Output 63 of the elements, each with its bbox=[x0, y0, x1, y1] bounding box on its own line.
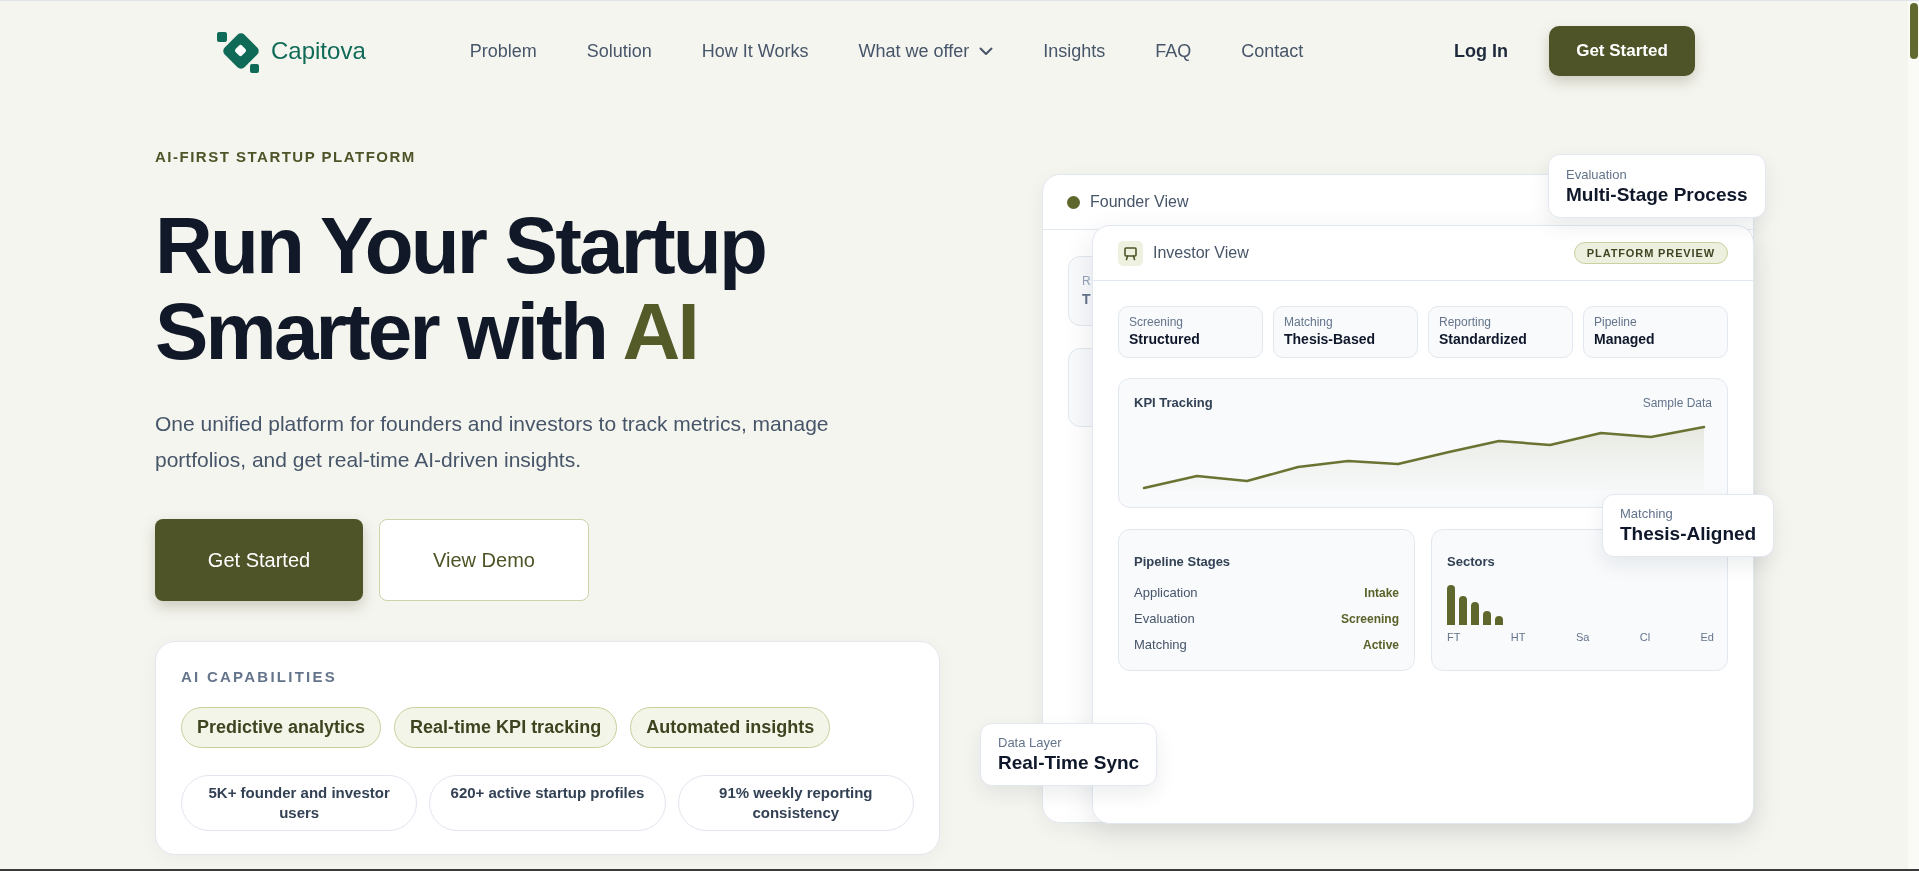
stage-status: Active bbox=[1362, 637, 1399, 654]
card-title: Founder View bbox=[1090, 192, 1189, 212]
get-started-button[interactable]: Get Started bbox=[155, 519, 363, 601]
metric-value: Thesis-Based bbox=[1284, 330, 1376, 349]
nav-dropdown[interactable]: What we offer bbox=[858, 39, 994, 63]
nav-link[interactable]: How It Works bbox=[701, 39, 809, 63]
axis-label: FT bbox=[1447, 630, 1461, 644]
login-link[interactable]: Log In bbox=[1454, 39, 1508, 63]
nav-link[interactable]: FAQ bbox=[1155, 39, 1192, 63]
metric-value: T bbox=[1082, 290, 1091, 309]
axis-label: Sa bbox=[1575, 630, 1590, 644]
panel-title: Pipeline Stages bbox=[1134, 553, 1231, 571]
card-title: Investor View bbox=[1153, 243, 1249, 263]
get-started-button[interactable]: Get Started bbox=[1549, 26, 1695, 76]
stage-label: Application bbox=[1134, 584, 1198, 603]
stage-label: Matching bbox=[1134, 636, 1187, 655]
metric-label: Reporting bbox=[1439, 315, 1492, 329]
info-label: Evaluation bbox=[1566, 165, 1627, 183]
metric-label: Pipeline bbox=[1594, 315, 1637, 329]
sector-bar bbox=[1471, 602, 1479, 625]
eyebrow-text: AI-FIRST STARTUP PLATFORM bbox=[155, 148, 416, 166]
info-label: Matching bbox=[1620, 505, 1673, 522]
info-value: Real-Time Sync bbox=[998, 751, 1140, 775]
axis-label: Ed bbox=[1700, 630, 1714, 644]
stat-item: 5K+ founder and investor users bbox=[181, 775, 418, 831]
metric-label: R bbox=[1082, 273, 1091, 289]
stage-status: Screening bbox=[1340, 611, 1399, 628]
stage-status: Intake bbox=[1364, 585, 1399, 602]
nav-link[interactable]: Solution bbox=[586, 39, 652, 63]
view-demo-button[interactable]: View Demo bbox=[379, 519, 589, 601]
nav-link[interactable]: Insights bbox=[1043, 39, 1106, 63]
sector-bar bbox=[1495, 616, 1503, 625]
stat-item: 620+ active startup profiles bbox=[429, 775, 666, 831]
chart-title: KPI Tracking bbox=[1134, 394, 1213, 412]
sector-bar bbox=[1459, 596, 1467, 625]
metric-value: Standardized bbox=[1439, 330, 1527, 349]
nav-link[interactable]: Problem bbox=[469, 39, 537, 63]
hero-description: One unified platform for founders and investors to track metrics, manage portfolios, and get real-time AI-driven insights. bbox=[155, 411, 830, 473]
presentation-board-icon bbox=[1118, 240, 1143, 266]
metric-label: Matching bbox=[1284, 315, 1333, 329]
info-value: Thesis-Aligned bbox=[1620, 522, 1757, 546]
sector-bar bbox=[1483, 611, 1491, 625]
axis-label: Cl bbox=[1639, 630, 1651, 644]
brand-logo[interactable]: Capitova bbox=[215, 26, 366, 76]
info-value: Multi-Stage Process bbox=[1566, 182, 1748, 207]
metric-value: Structured bbox=[1129, 330, 1200, 349]
hero-headline: Run Your Startup Smarter with AI bbox=[155, 203, 766, 375]
metric-label: Screening bbox=[1129, 315, 1184, 329]
panel-title: Sectors bbox=[1447, 553, 1495, 571]
axis-label: HT bbox=[1510, 630, 1526, 644]
sector-bar bbox=[1447, 585, 1455, 625]
metric-value: Managed bbox=[1594, 330, 1655, 349]
stat-item: 91% weekly reporting consistency bbox=[677, 775, 914, 831]
scrollbar-thumb[interactable] bbox=[1910, 3, 1918, 59]
capability-tag: Predictive analytics bbox=[181, 707, 382, 748]
capability-tag: Real-time KPI tracking bbox=[394, 707, 618, 748]
chart-note: Sample Data bbox=[1642, 395, 1712, 412]
capability-tag: Automated insights bbox=[630, 707, 831, 748]
section-heading: AI CAPABILITIES bbox=[181, 668, 337, 686]
nav-link[interactable]: Contact bbox=[1241, 39, 1304, 63]
preview-badge: PLATFORM PREVIEW bbox=[1573, 242, 1728, 264]
info-label: Data Layer bbox=[998, 734, 1062, 751]
stage-label: Evaluation bbox=[1134, 610, 1195, 629]
